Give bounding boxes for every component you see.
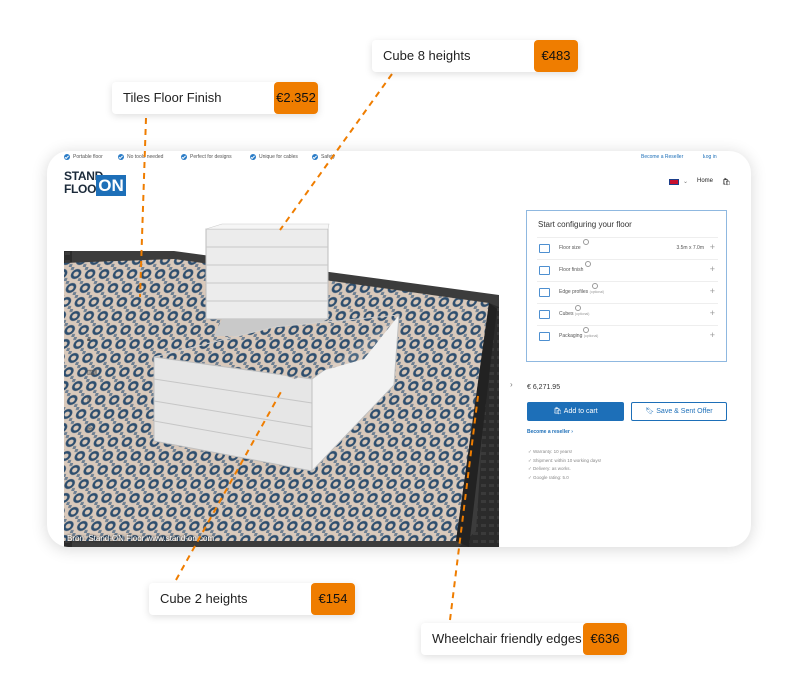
info-icon[interactable] <box>583 327 589 333</box>
check-icon <box>64 154 70 160</box>
price-badge: €2.352 <box>274 82 318 114</box>
feature-item: Unique for cables <box>250 154 298 160</box>
price-badge: €483 <box>534 40 578 72</box>
image-credit: Bron: Stand-ON Floor www.stand-on.com <box>67 534 215 543</box>
price-badge: €636 <box>583 623 627 655</box>
bookmark-icon: 🔖︎ <box>645 408 657 415</box>
become-reseller-link[interactable]: Become a reseller › <box>527 429 573 435</box>
perk-item: ✓ Google rating: 5.0 <box>528 474 569 480</box>
floor-3d-view[interactable]: 🔒︎ ⌨︎ ✋︎ ⊕ <box>64 211 499 547</box>
panel-title: Start configuring your floor <box>538 220 632 229</box>
chevron-right-icon[interactable]: › <box>510 380 513 389</box>
info-icon[interactable] <box>583 239 589 245</box>
plus-icon[interactable]: + <box>710 264 715 274</box>
info-icon[interactable] <box>585 261 591 267</box>
callout-cube-8-heights: Cube 8 heights €483 <box>372 40 578 72</box>
feature-item: No tools needed <box>118 154 163 160</box>
home-link[interactable]: Home <box>697 178 713 184</box>
app-window: Portable floor No tools needed Perfect f… <box>47 151 751 547</box>
zoom-icon[interactable]: ⊕ <box>87 425 93 433</box>
floor-size-icon <box>539 244 550 253</box>
callout-tiles-floor-finish: Tiles Floor Finish €2.352 <box>112 82 318 114</box>
check-icon <box>250 154 256 160</box>
config-row-edge-profiles[interactable]: Edge profiles (optional) + <box>537 281 718 304</box>
hand-icon[interactable]: ✋︎ <box>87 397 91 405</box>
config-row-packaging[interactable]: Packaging (optional) + <box>537 325 718 348</box>
configurator-panel: Start configuring your floor Floor size … <box>526 210 727 362</box>
logo[interactable]: STAND FLOOR ON <box>64 170 128 198</box>
info-icon[interactable] <box>592 283 598 289</box>
chevron-down-icon[interactable]: ⌄ <box>683 178 688 185</box>
lock-icon[interactable]: 🔒︎ <box>87 336 91 344</box>
floor-render[interactable] <box>64 211 499 547</box>
add-to-cart-button[interactable]: 🛍 Add to cart <box>527 402 624 421</box>
config-row-floor-size[interactable]: Floor size 3.5m x 7.0m + <box>537 237 718 260</box>
price-badge: €154 <box>311 583 355 615</box>
feature-item: Perfect for designs <box>181 154 232 160</box>
package-icon <box>539 332 550 341</box>
bag-icon: 🛍 <box>553 408 564 415</box>
paint-roller-icon <box>539 266 550 275</box>
perk-item: ✓ Shipment: within 10 working days! <box>528 457 602 463</box>
callout-wheelchair-edges: Wheelchair friendly edges €636 <box>421 623 627 655</box>
info-icon[interactable] <box>575 305 581 311</box>
mouse-icon[interactable]: ⌨︎ <box>87 369 97 377</box>
perk-item: ✓ Delivery: as works. <box>528 466 571 471</box>
plus-icon[interactable]: + <box>710 330 715 340</box>
plus-icon[interactable]: + <box>710 308 715 318</box>
feature-item: Portable floor <box>64 154 103 160</box>
feature-item: Safety <box>312 154 335 160</box>
total-price: € 6,271.95 <box>527 384 561 391</box>
become-reseller-link[interactable]: Become a Reseller <box>641 154 683 160</box>
check-icon <box>118 154 124 160</box>
plus-icon[interactable]: + <box>710 242 715 252</box>
uk-flag-icon[interactable] <box>669 179 679 185</box>
config-row-floor-finish[interactable]: Floor finish + <box>537 259 718 282</box>
cart-icon[interactable]: 🛍 <box>722 178 731 186</box>
cube-icon <box>539 310 550 319</box>
save-offer-button[interactable]: 🔖︎ Save & Sent Offer <box>631 402 727 421</box>
callout-cube-2-heights: Cube 2 heights €154 <box>149 583 355 615</box>
feature-bar: Portable floor No tools needed Perfect f… <box>47 151 751 165</box>
login-link[interactable]: Log in <box>703 154 717 160</box>
plus-icon[interactable]: + <box>710 286 715 296</box>
config-row-cubes[interactable]: Cubes (optional) + <box>537 303 718 326</box>
check-icon <box>312 154 318 160</box>
perks-list: ✓ Warranty: 10 years! ✓ Shipment: within… <box>528 448 601 482</box>
edge-profile-icon <box>539 288 550 297</box>
floor-size-value: 3.5m x 7.0m <box>676 245 704 251</box>
check-icon <box>181 154 187 160</box>
perk-item: ✓ Warranty: 10 years! <box>528 449 573 454</box>
